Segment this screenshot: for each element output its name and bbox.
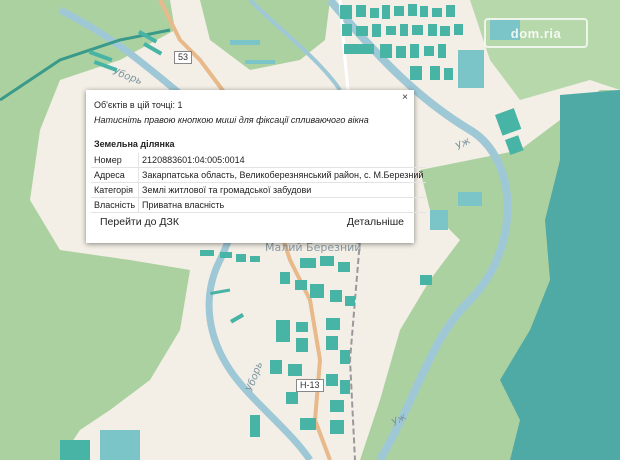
objects-count: Об'єктів в цій точці: 1 bbox=[94, 100, 183, 110]
road-number-label: Н-13 bbox=[296, 379, 324, 392]
table-row: Адреса Закарпатська область, Великоберез… bbox=[91, 167, 427, 183]
table-row: Власність Приватна власність bbox=[91, 197, 427, 213]
details-link[interactable]: Детальніше bbox=[347, 216, 404, 228]
parcel-attributes-table: Номер 2120883601:04:005:0014 Адреса Зака… bbox=[91, 153, 427, 213]
go-to-dzk-link[interactable]: Перейти до ДЗК bbox=[100, 216, 179, 228]
row-key: Номер bbox=[91, 153, 140, 168]
road-number-label-top: 53 bbox=[174, 51, 193, 64]
close-icon[interactable]: × bbox=[402, 92, 408, 103]
table-row: Номер 2120883601:04:005:0014 bbox=[91, 153, 427, 168]
watermark-logo: dom.ria bbox=[484, 18, 588, 48]
popup-hint: Натисніть правою кнопкою миші для фіксац… bbox=[94, 115, 369, 125]
row-value: 2120883601:04:005:0014 bbox=[138, 153, 427, 168]
row-value: Землі житлової та громадської забудови bbox=[138, 182, 427, 198]
row-value: Закарпатська область, Великоберезнянськи… bbox=[138, 167, 427, 183]
row-key: Власність bbox=[91, 197, 140, 213]
parcel-info-popup: × Об'єктів в цій точці: 1 Натисніть прав… bbox=[86, 90, 427, 243]
row-key: Категорія bbox=[91, 182, 140, 198]
popup-section-title: Земельна ділянка bbox=[94, 139, 175, 149]
row-key: Адреса bbox=[91, 167, 140, 183]
table-row: Категорія Землі житлової та громадської … bbox=[91, 182, 427, 198]
row-value: Приватна власність bbox=[138, 197, 427, 213]
